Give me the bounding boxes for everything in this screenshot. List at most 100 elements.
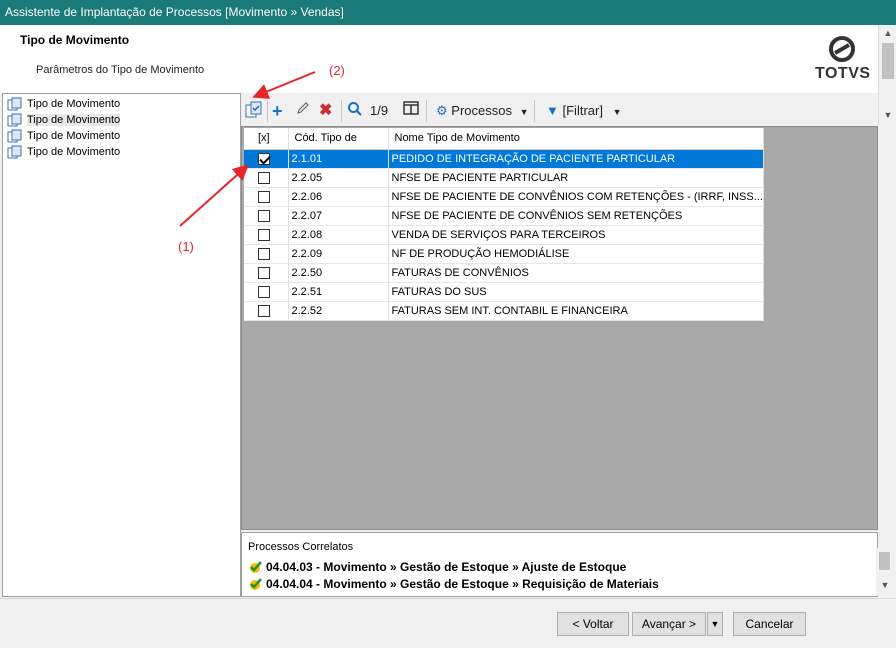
add-icon[interactable]: + — [272, 101, 283, 121]
document-stack-icon — [7, 97, 22, 111]
related-process-label: 04.04.04 - Movimento » Gestão de Estoque… — [266, 577, 659, 591]
row-checkbox[interactable] — [258, 171, 270, 184]
cancel-button[interactable]: Cancelar — [733, 612, 806, 636]
document-stack-icon — [7, 145, 22, 159]
column-header-select[interactable]: [x] — [244, 128, 289, 150]
next-button[interactable]: Avançar > — [632, 612, 706, 636]
tree-item-label: Tipo de Movimento — [27, 130, 121, 142]
filter-icon: ▼ — [546, 103, 559, 118]
header-scrollbar[interactable]: ▲ ▼ — [878, 25, 896, 125]
columns-icon[interactable] — [403, 101, 419, 121]
header-panel: Tipo de Movimento Parâmetros do Tipo de … — [0, 25, 878, 93]
table-row[interactable]: 2.1.01 PEDIDO DE INTEGRAÇÃO DE PACIENTE … — [244, 149, 764, 169]
search-icon[interactable] — [347, 101, 363, 121]
movement-type-grid: [x] Cód. Tipo de Nome Tipo de Movimento … — [241, 126, 878, 530]
totvs-logo: TOTVS — [812, 35, 872, 83]
table-row[interactable]: 2.2.07 NFSE DE PACIENTE DE CONVÊNIOS SEM… — [244, 206, 764, 226]
page-title: Tipo de Movimento — [20, 33, 130, 47]
related-process-link[interactable]: 04.04.03 - Movimento » Gestão de Estoque… — [248, 559, 626, 575]
filter-dropdown[interactable]: ▼ [Filtrar] ▼ — [546, 101, 622, 121]
name-cell: NFSE DE PACIENTE DE CONVÊNIOS SEM RETENÇ… — [388, 206, 764, 226]
scroll-thumb[interactable] — [879, 552, 890, 570]
wizard-footer: < Voltar Avançar > ▼ Cancelar — [0, 598, 896, 648]
name-cell: NF DE PRODUÇÃO HEMODIÁLISE — [388, 244, 764, 264]
tree-item-label: Tipo de Movimento — [27, 98, 121, 110]
next-options-button[interactable]: ▼ — [707, 612, 723, 636]
chevron-down-icon: ▼ — [710, 619, 720, 629]
multi-select-icon — [245, 101, 262, 118]
code-cell: 2.2.07 — [288, 206, 389, 226]
table-row[interactable]: 2.2.08 VENDA DE SERVIÇOS PARA TERCEIROS — [244, 225, 764, 245]
row-checkbox[interactable] — [258, 247, 270, 260]
totvs-logo-icon — [829, 36, 855, 62]
row-checkbox[interactable] — [258, 285, 270, 298]
gear-icon: ⚙ — [436, 103, 448, 118]
scroll-down-icon[interactable]: ▼ — [879, 110, 896, 120]
scroll-down-icon[interactable]: ▼ — [876, 580, 894, 590]
chevron-down-icon: ▼ — [612, 107, 622, 117]
code-cell: 2.2.08 — [288, 225, 389, 245]
code-cell: 2.2.06 — [288, 187, 389, 207]
tree-item[interactable]: Tipo de Movimento — [7, 144, 120, 160]
row-checkbox[interactable] — [258, 190, 270, 203]
name-cell: FATURAS DE CONVÊNIOS — [388, 263, 764, 283]
name-cell: FATURAS DO SUS — [388, 282, 764, 302]
tree-item[interactable]: Tipo de Movimento — [7, 96, 120, 112]
row-checkbox[interactable] — [258, 152, 270, 165]
back-button[interactable]: < Voltar — [557, 612, 629, 636]
code-cell: 2.2.50 — [288, 263, 389, 283]
scroll-up-icon[interactable]: ▲ — [879, 28, 896, 38]
processos-dropdown[interactable]: ⚙ Processos ▼ — [436, 101, 529, 121]
annotation-label-2: (2) — [329, 63, 345, 78]
tree-item[interactable]: Tipo de Movimento — [7, 112, 121, 128]
table-row[interactable]: 2.2.51 FATURAS DO SUS — [244, 282, 764, 302]
name-cell: VENDA DE SERVIÇOS PARA TERCEIROS — [388, 225, 764, 245]
name-cell: NFSE DE PACIENTE PARTICULAR — [388, 168, 764, 188]
annotation-label-1: (1) — [178, 239, 194, 254]
name-cell: NFSE DE PACIENTE DE CONVÊNIOS COM RETENÇ… — [388, 187, 764, 207]
grid-toolbar: + ✖ 1/9 ⚙ Processos ▼ ▼ [Filtrar] ▼ — [241, 96, 878, 126]
tree-item-label: Tipo de Movimento — [27, 146, 121, 158]
tree-item-label: Tipo de Movimento — [27, 114, 121, 126]
table-row[interactable]: 2.2.50 FATURAS DE CONVÊNIOS — [244, 263, 764, 283]
column-header-code[interactable]: Cód. Tipo de — [288, 128, 389, 150]
row-checkbox[interactable] — [258, 228, 270, 241]
delete-icon[interactable]: ✖ — [319, 101, 332, 121]
table-row[interactable]: 2.2.06 NFSE DE PACIENTE DE CONVÊNIOS COM… — [244, 187, 764, 207]
code-cell: 2.1.01 — [288, 149, 389, 169]
table-row[interactable]: 2.2.09 NF DE PRODUÇÃO HEMODIÁLISE — [244, 244, 764, 264]
filter-label: [Filtrar] — [562, 103, 603, 118]
row-checkbox[interactable] — [258, 209, 270, 222]
code-cell: 2.2.51 — [288, 282, 389, 302]
scroll-thumb[interactable] — [882, 43, 894, 79]
document-stack-icon — [7, 113, 22, 127]
code-cell: 2.2.05 — [288, 168, 389, 188]
row-checkbox[interactable] — [258, 304, 270, 317]
table-row[interactable]: 2.2.52 FATURAS SEM INT. CONTABIL E FINAN… — [244, 301, 764, 321]
checked-process-icon — [250, 561, 262, 573]
process-tree: Tipo de Movimento Tipo de Movimento Tipo… — [2, 93, 241, 597]
document-stack-icon — [7, 129, 22, 143]
name-cell: FATURAS SEM INT. CONTABIL E FINANCEIRA — [388, 301, 764, 321]
row-checkbox[interactable] — [258, 266, 270, 279]
table-row[interactable]: 2.2.05 NFSE DE PACIENTE PARTICULAR — [244, 168, 764, 188]
page-subtitle: Parâmetros do Tipo de Movimento — [36, 64, 205, 76]
related-title: Processos Correlatos — [248, 541, 354, 553]
edit-icon[interactable] — [296, 101, 310, 121]
related-process-label: 04.04.03 - Movimento » Gestão de Estoque… — [266, 560, 627, 574]
logo-text: TOTVS — [815, 65, 871, 82]
page-indicator: 1/9 — [370, 103, 389, 118]
related-process-link[interactable]: 04.04.04 - Movimento » Gestão de Estoque… — [248, 576, 659, 592]
name-cell: PEDIDO DE INTEGRAÇÃO DE PACIENTE PARTICU… — [388, 149, 764, 169]
window-title: Assistente de Implantação de Processos [… — [0, 0, 896, 25]
grid-table: [x] Cód. Tipo de Nome Tipo de Movimento … — [244, 128, 764, 321]
code-cell: 2.2.52 — [288, 301, 389, 321]
processos-label: Processos — [451, 103, 512, 118]
related-processes-panel: Processos Correlatos 04.04.03 - Moviment… — [241, 532, 878, 597]
code-cell: 2.2.09 — [288, 244, 389, 264]
tree-item[interactable]: Tipo de Movimento — [7, 128, 120, 144]
chevron-down-icon: ▼ — [519, 107, 529, 117]
select-all-button[interactable] — [245, 101, 263, 121]
column-header-name[interactable]: Nome Tipo de Movimento — [388, 128, 764, 150]
related-scrollbar[interactable]: ▼ — [876, 548, 893, 596]
